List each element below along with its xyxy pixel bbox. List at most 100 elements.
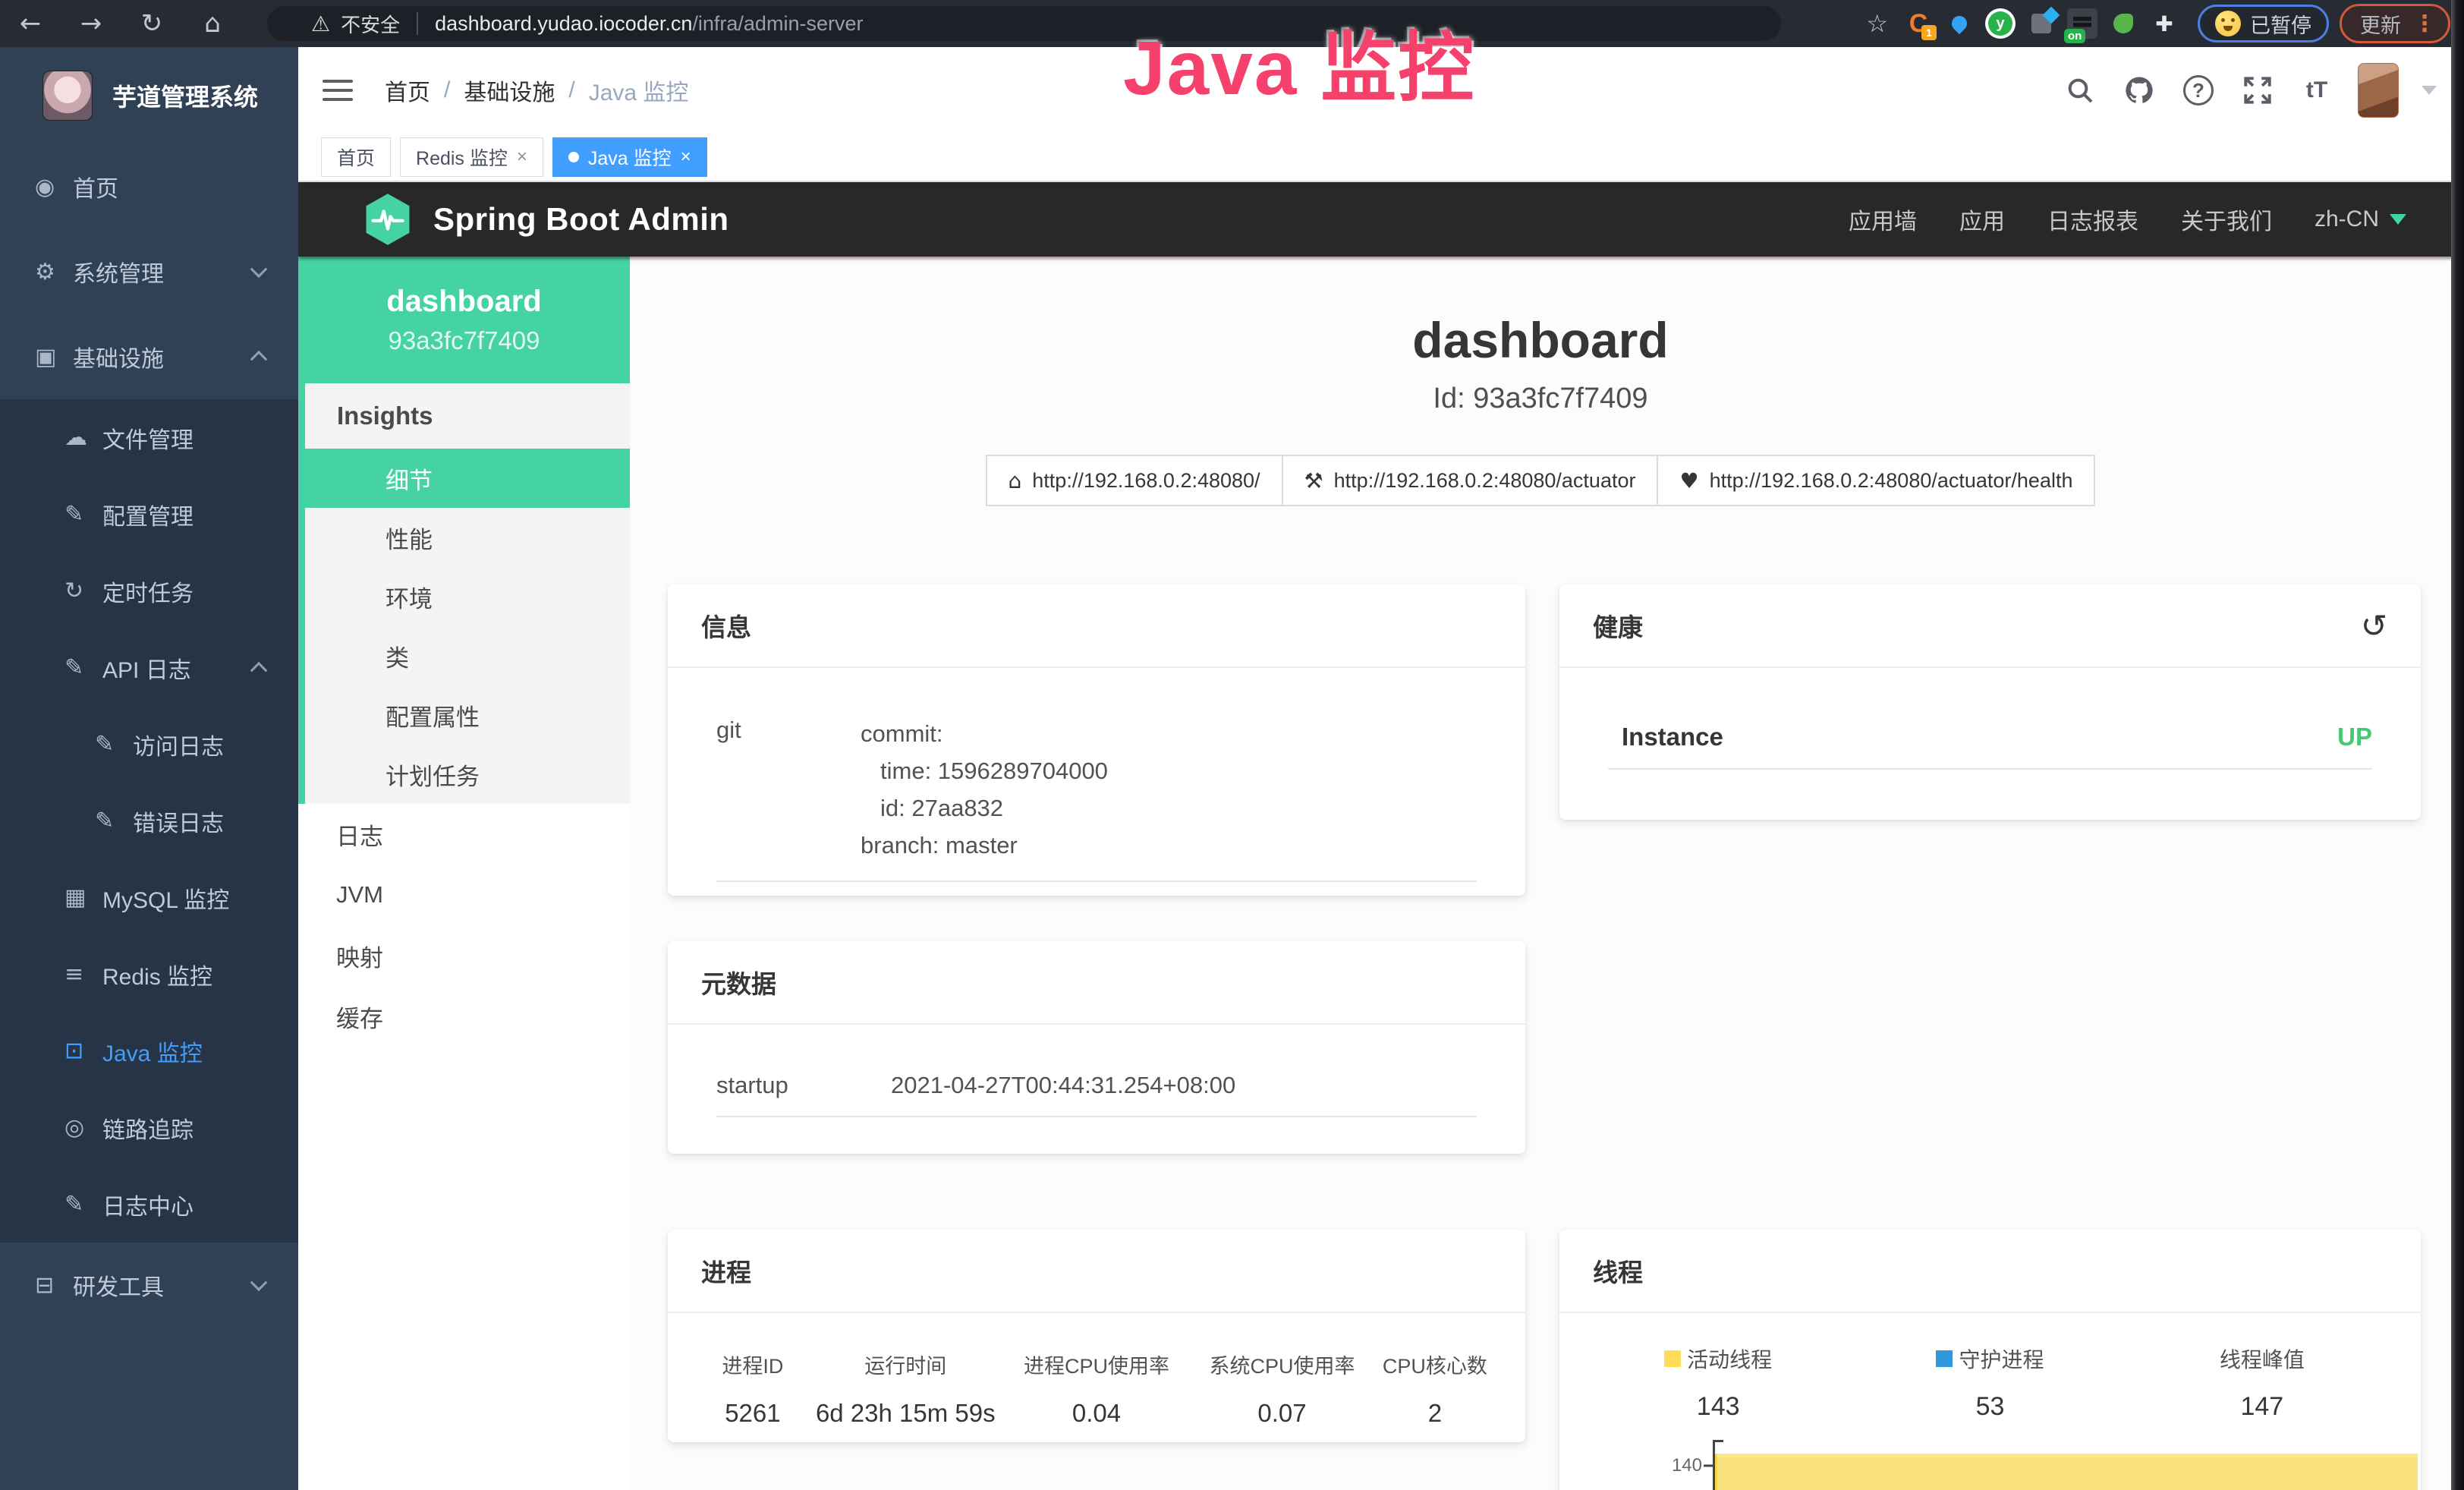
sba-item-jvm[interactable]: JVM xyxy=(298,865,630,925)
status-badge: UP xyxy=(2337,723,2372,751)
breadcrumb: 首页 / 基础设施 / Java 监控 xyxy=(385,74,688,107)
sba-item-config-props[interactable]: 配置属性 xyxy=(305,685,630,745)
timer-icon: ↻ xyxy=(65,578,102,604)
health-instance-row[interactable]: Instance UP xyxy=(1559,668,2421,751)
search-icon[interactable] xyxy=(2062,72,2098,109)
log-center-icon: ✎ xyxy=(65,1191,102,1218)
sba-locale-select[interactable]: zh-CN xyxy=(2315,206,2406,232)
sba-item-scheduled-tasks[interactable]: 计划任务 xyxy=(305,745,630,804)
sba-nav-applications[interactable]: 应用 xyxy=(1959,203,2005,236)
extension-switch-icon[interactable]: on xyxy=(2067,8,2097,39)
sidebar-item-label: 基础设施 xyxy=(73,340,164,373)
health-card-title: 健康 xyxy=(1593,607,1643,644)
sba-item-details[interactable]: 细节 xyxy=(305,449,630,508)
tab-java-monitor[interactable]: Java 监控 × xyxy=(552,137,707,177)
y-tickmark xyxy=(1704,1465,1713,1467)
sba-nav-journal[interactable]: 日志报表 xyxy=(2047,203,2138,236)
sidebar-item-mysql-monitor[interactable]: ▦ MySQL 监控 xyxy=(0,859,298,936)
sidebar-item-label: MySQL 监控 xyxy=(102,881,229,915)
sidebar-item-label: 错误日志 xyxy=(133,805,224,838)
metadata-card: 元数据 startup 2021-04-27T00:44:31.254+08:0… xyxy=(668,941,1525,1154)
history-icon[interactable]: ↺ xyxy=(2361,607,2387,644)
sidebar-item-scheduled-tasks[interactable]: ↻ 定时任务 xyxy=(0,553,298,629)
sba-item-environment[interactable]: 环境 xyxy=(305,567,630,626)
sba-nav-wallboard[interactable]: 应用墙 xyxy=(1849,203,1917,236)
sidebar-item-home[interactable]: ◉ 首页 xyxy=(0,144,298,229)
user-avatar[interactable] xyxy=(2358,63,2399,118)
git-branch-line: branch: master xyxy=(861,827,1108,864)
access-log-icon: ✎ xyxy=(95,731,133,758)
sba-item-mappings[interactable]: 映射 xyxy=(298,925,630,986)
sidebar-item-label: Redis 监控 xyxy=(102,958,212,991)
actuator-url-button[interactable]: ⚒ http://192.168.0.2:48080/actuator xyxy=(1282,455,1659,506)
redis-icon: ≡ xyxy=(65,961,102,988)
sidebar-item-java-monitor[interactable]: ⊡ Java 监控 xyxy=(0,1013,298,1089)
address-bar[interactable]: ⚠ 不安全 dashboard.yudao.iocoder.cn /infra/… xyxy=(267,6,1781,41)
info-card-title: 信息 xyxy=(668,584,1525,668)
extension-pin-icon[interactable] xyxy=(1944,8,1975,39)
sidebar-item-log-center[interactable]: ✎ 日志中心 xyxy=(0,1166,298,1243)
sidebar-item-devtools[interactable]: ⊟ 研发工具 xyxy=(0,1243,298,1328)
tab-redis-monitor[interactable]: Redis 监控 × xyxy=(400,137,543,177)
home-icon: ⌂ xyxy=(1009,468,1022,493)
extension-y-icon[interactable]: y xyxy=(1985,8,2016,39)
row-divider xyxy=(1608,768,2372,770)
sidebar-item-system[interactable]: ⚙ 系统管理 xyxy=(0,229,298,314)
close-icon[interactable]: × xyxy=(681,146,691,168)
sidebar-item-file-management[interactable]: ☁ 文件管理 xyxy=(0,399,298,476)
service-url-button[interactable]: ⌂ http://192.168.0.2:48080/ xyxy=(986,455,1283,506)
help-icon[interactable]: ? xyxy=(2180,72,2217,109)
browser-home-button[interactable]: ⌂ xyxy=(182,8,243,39)
github-icon[interactable] xyxy=(2121,72,2157,109)
sidebar-toggle-button[interactable] xyxy=(323,74,353,107)
sba-sidebar: dashboard 93a3fc7f7409 Insights 细节 性能 环境… xyxy=(298,257,630,1490)
extension-leaf-icon[interactable] xyxy=(2108,8,2138,39)
url-path: /infra/admin-server xyxy=(692,12,863,36)
browser-back-button[interactable]: ← xyxy=(0,8,61,39)
breadcrumb-infrastructure[interactable]: 基础设施 xyxy=(464,74,555,107)
browser-menu-icon[interactable]: ⋮ xyxy=(2413,11,2436,37)
sidebar-item-trace[interactable]: ◎ 链路追踪 xyxy=(0,1089,298,1166)
process-col-uptime: 运行时间 6d 23h 15m 59s xyxy=(807,1350,1004,1428)
sidebar-item-redis-monitor[interactable]: ≡ Redis 监控 xyxy=(0,936,298,1013)
sidebar-item-infrastructure[interactable]: ▣ 基础设施 xyxy=(0,314,298,399)
sba-item-classes[interactable]: 类 xyxy=(305,626,630,685)
breadcrumb-separator: / xyxy=(444,77,450,103)
browser-reload-button[interactable]: ↻ xyxy=(121,8,182,39)
instance-link-buttons: ⌂ http://192.168.0.2:48080/ ⚒ http://192… xyxy=(630,455,2451,506)
browser-forward-button[interactable]: → xyxy=(61,8,121,39)
sba-group-label: Insights xyxy=(305,383,630,449)
threads-card-title: 线程 xyxy=(1559,1230,2421,1313)
sba-instance-block[interactable]: dashboard 93a3fc7f7409 xyxy=(298,257,630,383)
close-icon[interactable]: × xyxy=(517,146,527,168)
sba-item-metrics[interactable]: 性能 xyxy=(305,508,630,567)
tab-home[interactable]: 首页 xyxy=(321,137,391,177)
health-card-header: 健康 ↺ xyxy=(1559,584,2421,668)
sidebar-item-config-management[interactable]: ✎ 配置管理 xyxy=(0,476,298,553)
chrome-update-button[interactable]: 更新 ⋮ xyxy=(2340,4,2450,43)
fullscreen-icon[interactable] xyxy=(2239,72,2276,109)
font-size-icon[interactable]: tT xyxy=(2299,72,2335,109)
chevron-up-icon xyxy=(250,661,268,679)
sba-item-logging[interactable]: 日志 xyxy=(298,804,630,865)
extensions-puzzle-icon[interactable]: ✚ xyxy=(2149,8,2179,39)
bookmark-star-icon[interactable]: ☆ xyxy=(1866,9,1888,38)
sidebar-item-api-log[interactable]: ✎ API 日志 xyxy=(0,629,298,706)
sba-nav-about[interactable]: 关于我们 xyxy=(2181,203,2272,236)
sba-brand[interactable]: Spring Boot Admin xyxy=(363,192,729,247)
gauge-icon: ◉ xyxy=(35,174,73,200)
profile-paused-badge[interactable]: 已暂停 xyxy=(2198,5,2329,43)
process-table: 进程ID 5261 运行时间 6d 23h 15m 59s 进程CPU使用率 0… xyxy=(668,1313,1525,1428)
sidebar-item-error-log[interactable]: ✎ 错误日志 xyxy=(0,783,298,859)
process-col-pid: 进程ID 5261 xyxy=(698,1350,807,1428)
extension-colorzilla-icon[interactable]: C1 xyxy=(1903,8,1934,39)
app-logo-row[interactable]: 芋道管理系统 xyxy=(0,47,298,144)
breadcrumb-home[interactable]: 首页 xyxy=(385,74,430,107)
trace-eye-icon: ◎ xyxy=(65,1114,102,1141)
sidebar-item-access-log[interactable]: ✎ 访问日志 xyxy=(0,706,298,783)
sba-item-caches[interactable]: 缓存 xyxy=(298,986,630,1047)
health-url-button[interactable]: ♥ http://192.168.0.2:48080/actuator/heal… xyxy=(1657,455,2095,506)
user-menu-caret-icon[interactable] xyxy=(2422,86,2437,95)
info-row-label: git xyxy=(716,715,861,864)
extension-grid-icon[interactable] xyxy=(2026,8,2056,39)
